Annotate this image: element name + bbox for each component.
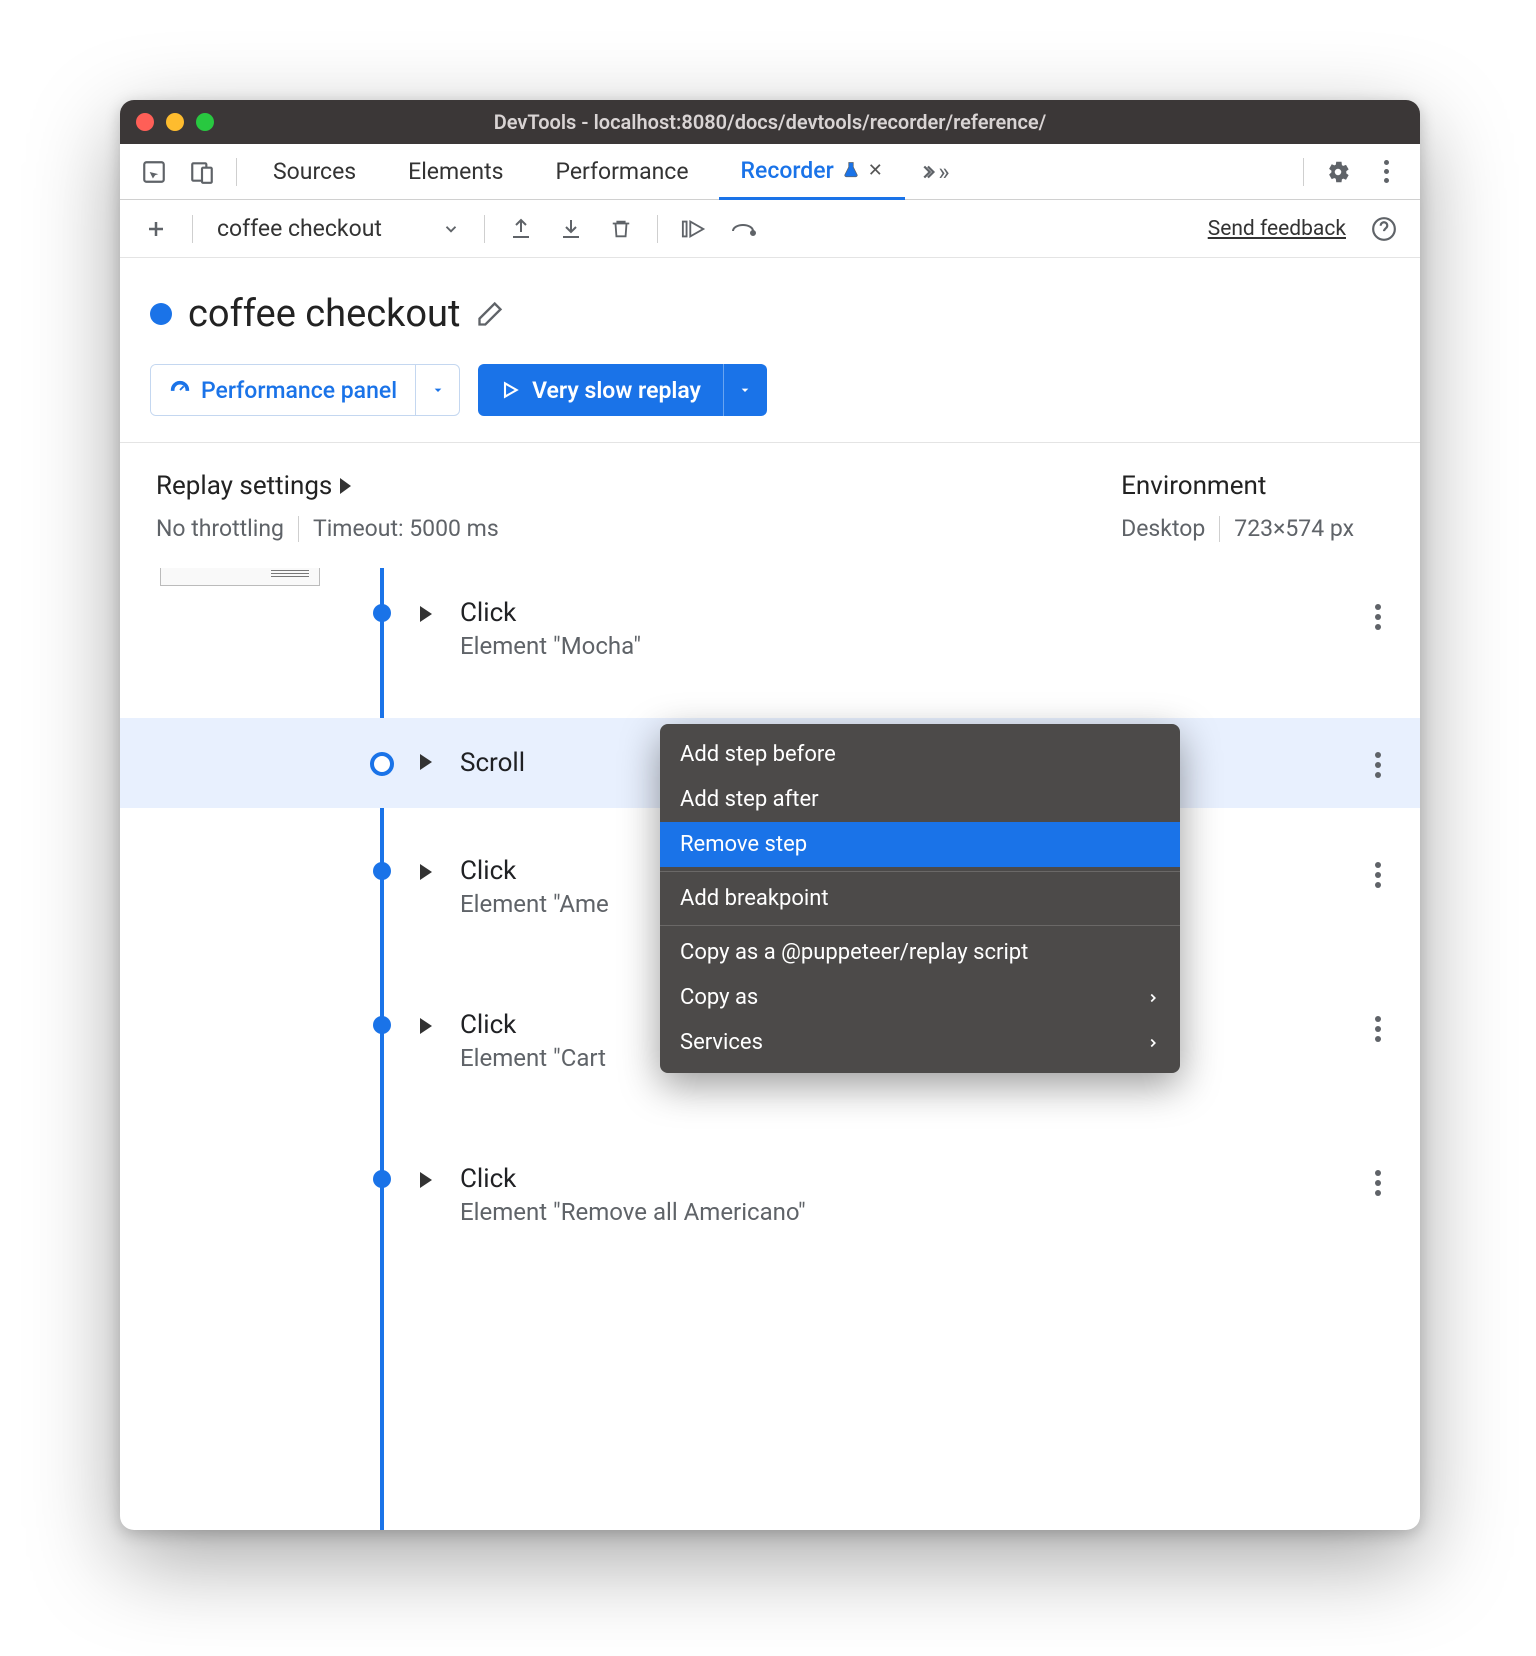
new-recording-icon[interactable] <box>136 209 176 249</box>
window-title: DevTools - localhost:8080/docs/devtools/… <box>120 110 1420 134</box>
step-menu-icon[interactable] <box>1366 752 1390 778</box>
environment-label: Environment <box>1121 471 1266 501</box>
device-value: Desktop <box>1121 515 1205 542</box>
tab-elements[interactable]: Elements <box>386 144 525 200</box>
replay-settings-toggle[interactable]: Replay settings <box>156 471 1061 501</box>
chevron-right-icon <box>1146 1036 1160 1050</box>
separator <box>484 215 485 243</box>
step-menu-icon[interactable] <box>1366 604 1390 630</box>
step-title: Click <box>460 1164 1370 1194</box>
chevron-down-icon <box>442 220 460 238</box>
separator <box>1303 158 1304 186</box>
send-feedback-link[interactable]: Send feedback <box>1208 217 1346 241</box>
play-icon <box>500 380 520 400</box>
tab-recorder[interactable]: Recorder ✕ <box>719 144 905 200</box>
menu-copy-puppeteer[interactable]: Copy as a @puppeteer/replay script <box>660 930 1180 975</box>
replay-button[interactable]: Very slow replay <box>478 364 767 416</box>
traffic-lights <box>136 113 214 131</box>
step-over-icon[interactable] <box>724 209 764 249</box>
main-tabbar: Sources Elements Performance Recorder ✕ … <box>120 144 1420 200</box>
device-toolbar-icon[interactable] <box>182 152 222 192</box>
menu-separator <box>660 871 1180 872</box>
step-subtitle: Element "Mocha" <box>460 632 1370 660</box>
step-dot-icon <box>373 604 391 622</box>
menu-remove-step[interactable]: Remove step <box>660 822 1180 867</box>
titlebar: DevTools - localhost:8080/docs/devtools/… <box>120 100 1420 144</box>
steps-timeline: Click Element "Mocha" Scroll Click Eleme… <box>120 568 1420 1530</box>
step-play-icon[interactable] <box>674 209 714 249</box>
button-label: Performance panel <box>201 377 397 404</box>
tab-label: Sources <box>273 158 356 185</box>
chevron-right-icon <box>1146 991 1160 1005</box>
expand-arrow-icon[interactable] <box>420 1172 432 1188</box>
step-dot-icon <box>373 862 391 880</box>
recording-title: coffee checkout <box>188 292 460 336</box>
devtools-window: DevTools - localhost:8080/docs/devtools/… <box>120 100 1420 1530</box>
recorder-toolbar: coffee checkout Send feedback <box>120 200 1420 258</box>
flask-icon <box>842 161 860 179</box>
expand-arrow-icon[interactable] <box>420 1018 432 1034</box>
tab-label: Elements <box>408 158 503 185</box>
step-dot-icon <box>370 752 394 776</box>
perf-dropdown-caret[interactable] <box>415 365 459 415</box>
throttle-value: No throttling <box>156 515 284 542</box>
tab-sources[interactable]: Sources <box>251 144 378 200</box>
export-icon[interactable] <box>501 209 541 249</box>
step-menu-icon[interactable] <box>1366 862 1390 888</box>
more-menu-icon[interactable] <box>1366 152 1406 192</box>
chevron-right-icon <box>340 478 351 494</box>
close-window-button[interactable] <box>136 113 154 131</box>
separator <box>657 215 658 243</box>
step-title: Click <box>460 598 1370 628</box>
expand-arrow-icon[interactable] <box>420 864 432 880</box>
timeout-value: Timeout: 5000 ms <box>313 515 499 542</box>
step-dot-icon <box>373 1016 391 1034</box>
step-subtitle: Element "Remove all Americano" <box>460 1198 1370 1226</box>
settings-row: Replay settings No throttling Timeout: 5… <box>120 443 1420 568</box>
button-label: Very slow replay <box>532 377 701 404</box>
viewport-value: 723×574 px <box>1234 515 1354 542</box>
step-row[interactable]: Click Element "Remove all Americano" <box>120 1146 1420 1244</box>
step-row[interactable]: Click Element "Mocha" <box>120 580 1420 678</box>
tab-label: Performance <box>555 158 688 185</box>
menu-add-step-after[interactable]: Add step after <box>660 777 1180 822</box>
tab-performance[interactable]: Performance <box>533 144 710 200</box>
minimize-window-button[interactable] <box>166 113 184 131</box>
context-menu: Add step before Add step after Remove st… <box>660 724 1180 1073</box>
step-dot-icon <box>373 1170 391 1188</box>
maximize-window-button[interactable] <box>196 113 214 131</box>
recording-name: coffee checkout <box>217 215 382 242</box>
separator <box>192 215 193 243</box>
recording-status-icon <box>150 303 172 325</box>
more-tabs-icon[interactable]: » <box>913 152 953 192</box>
edit-title-icon[interactable] <box>476 300 504 328</box>
inspect-element-icon[interactable] <box>134 152 174 192</box>
tab-label: Recorder <box>741 157 834 184</box>
separator <box>1219 516 1220 542</box>
help-icon[interactable] <box>1364 209 1404 249</box>
menu-separator <box>660 925 1180 926</box>
expand-arrow-icon[interactable] <box>420 754 432 770</box>
recording-dropdown[interactable]: coffee checkout <box>209 215 468 242</box>
delete-icon[interactable] <box>601 209 641 249</box>
close-tab-icon[interactable]: ✕ <box>868 160 883 181</box>
menu-add-step-before[interactable]: Add step before <box>660 732 1180 777</box>
settings-icon[interactable] <box>1318 152 1358 192</box>
gauge-icon <box>169 379 191 401</box>
expand-arrow-icon[interactable] <box>420 606 432 622</box>
separator <box>236 158 237 186</box>
import-icon[interactable] <box>551 209 591 249</box>
menu-services[interactable]: Services <box>660 1020 1180 1065</box>
menu-copy-as[interactable]: Copy as <box>660 975 1180 1020</box>
replay-dropdown-caret[interactable] <box>723 364 767 416</box>
step-menu-icon[interactable] <box>1366 1016 1390 1042</box>
recording-header: coffee checkout Performance panel Very s… <box>120 258 1420 443</box>
step-menu-icon[interactable] <box>1366 1170 1390 1196</box>
menu-add-breakpoint[interactable]: Add breakpoint <box>660 876 1180 921</box>
separator <box>298 516 299 542</box>
performance-panel-button[interactable]: Performance panel <box>150 364 460 416</box>
